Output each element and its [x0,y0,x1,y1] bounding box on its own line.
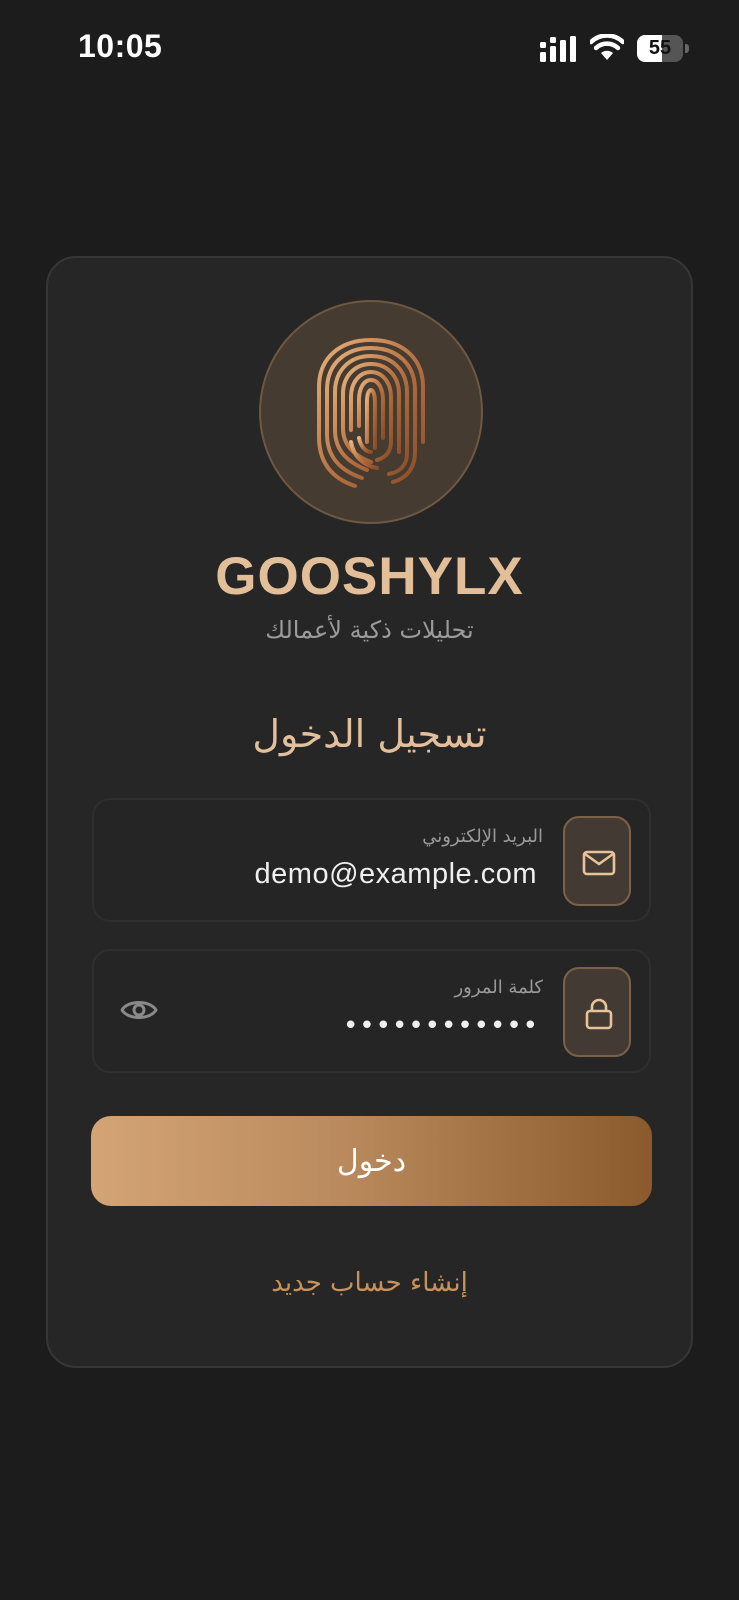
create-account-link[interactable]: إنشاء حساب جديد [48,1268,691,1298]
email-input[interactable]: demo@example.com [255,858,537,891]
status-time: 10:05 [78,28,163,64]
eye-icon[interactable] [120,995,158,1025]
password-icon-box [563,967,631,1057]
signal-icon [540,36,576,62]
password-input[interactable]: •••••••••••• [343,1011,539,1041]
battery-icon: 55 [637,35,689,62]
brand-name: GOOSHYLX [215,547,524,606]
battery-level: 55 [648,37,672,59]
page-title: تسجيل الدخول [252,712,487,756]
mail-icon [582,850,616,876]
app-logo [259,300,483,524]
status-bar: 10:05 55 [0,0,739,100]
email-icon-box [563,816,631,906]
wifi-icon [590,34,624,60]
login-card: GOOSHYLX تحليلات ذكية لأعمالك تسجيل الدخ… [46,256,693,1368]
login-button[interactable]: دخول [91,1116,652,1206]
brand-tagline: تحليلات ذكية لأعمالك [265,616,474,644]
fingerprint-icon [317,337,425,488]
email-label: البريد الإلكتروني [422,826,543,847]
password-label: كلمة المرور [454,977,543,998]
password-field[interactable]: كلمة المرور •••••••••••• [92,949,651,1073]
lock-icon [585,998,613,1030]
email-field[interactable]: البريد الإلكتروني demo@example.com [92,798,651,922]
